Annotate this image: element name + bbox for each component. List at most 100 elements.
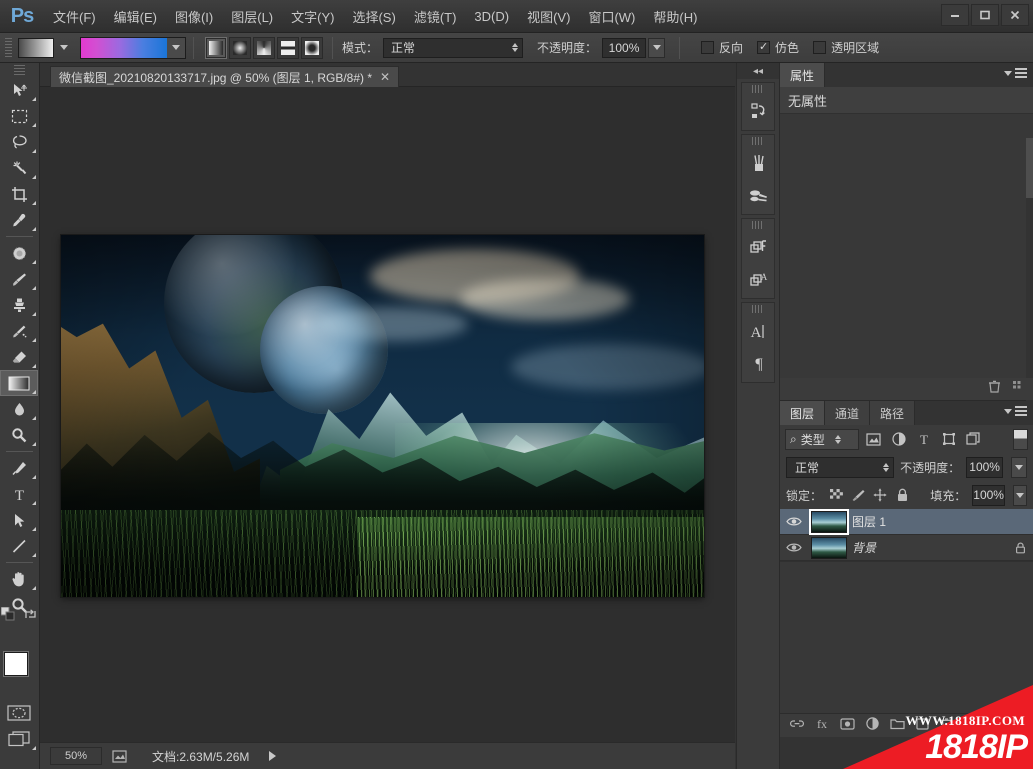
character-styles-panel-icon[interactable] bbox=[742, 231, 776, 263]
linear-gradient-icon[interactable] bbox=[205, 36, 227, 59]
lock-position-icon[interactable] bbox=[872, 485, 888, 505]
status-preview-icon[interactable] bbox=[108, 747, 130, 765]
menu-file[interactable]: 文件(F) bbox=[44, 3, 105, 30]
menu-image[interactable]: 图像(I) bbox=[166, 3, 222, 30]
transparency-checkbox-wrap[interactable]: 透明区域 bbox=[813, 39, 879, 56]
layer-opacity-input[interactable]: 100% bbox=[966, 456, 1004, 478]
rectangular-marquee-tool[interactable] bbox=[0, 103, 38, 129]
lock-transparent-pixels-icon[interactable] bbox=[828, 485, 844, 505]
move-tool[interactable] bbox=[0, 77, 38, 103]
layers-panel-menu-icon[interactable] bbox=[1004, 406, 1027, 416]
dock-group-grip[interactable] bbox=[752, 85, 764, 93]
gradient-picker-dropdown-icon[interactable] bbox=[167, 37, 185, 58]
menu-layer[interactable]: 图层(L) bbox=[222, 3, 282, 30]
menu-view[interactable]: 视图(V) bbox=[518, 3, 579, 30]
table-row[interactable]: 背景 bbox=[780, 535, 1033, 561]
default-colors-icon[interactable] bbox=[0, 606, 15, 626]
dock-group-grip[interactable] bbox=[752, 305, 764, 313]
brush-tool[interactable] bbox=[0, 266, 38, 292]
dodge-tool[interactable] bbox=[0, 422, 38, 448]
delete-properties-icon[interactable] bbox=[987, 379, 1002, 399]
path-selection-tool[interactable] bbox=[0, 507, 38, 533]
filter-enable-toggle[interactable] bbox=[1013, 428, 1028, 450]
filter-type-icon[interactable]: T bbox=[913, 429, 934, 450]
character-panel-icon[interactable]: A bbox=[742, 315, 776, 347]
brush-presets-panel-icon[interactable] bbox=[742, 147, 776, 179]
delete-layer-icon[interactable] bbox=[940, 717, 953, 735]
canvas-area[interactable] bbox=[40, 87, 735, 742]
tab-properties[interactable]: 属性 bbox=[780, 63, 826, 87]
reverse-checkbox[interactable] bbox=[701, 41, 715, 54]
eyedropper-tool[interactable] bbox=[0, 207, 38, 233]
hand-tool[interactable] bbox=[0, 566, 38, 592]
options-bar-grip[interactable] bbox=[5, 37, 12, 58]
dock-collapse-icon[interactable]: ◂◂ bbox=[737, 63, 779, 79]
blur-tool[interactable] bbox=[0, 396, 38, 422]
line-tool[interactable] bbox=[0, 533, 38, 559]
tools-panel-grip[interactable] bbox=[14, 65, 25, 75]
transparency-checkbox[interactable] bbox=[813, 41, 827, 54]
lasso-tool[interactable] bbox=[0, 129, 38, 155]
dock-group-grip[interactable] bbox=[752, 137, 764, 145]
eraser-tool[interactable] bbox=[0, 344, 38, 370]
menu-3d[interactable]: 3D(D) bbox=[465, 5, 518, 28]
status-menu-arrow-icon[interactable] bbox=[269, 751, 277, 761]
tab-paths[interactable]: 路径 bbox=[870, 401, 916, 425]
crop-tool[interactable] bbox=[0, 181, 38, 207]
tab-layers[interactable]: 图层 bbox=[780, 401, 826, 425]
zoom-level-input[interactable]: 50% bbox=[50, 747, 102, 765]
layer-style-icon[interactable]: fx bbox=[815, 717, 829, 735]
gradient-swatch[interactable] bbox=[81, 37, 167, 58]
document-tab-close-icon[interactable]: ✕ bbox=[380, 70, 390, 84]
layer-visibility-icon[interactable] bbox=[782, 542, 806, 553]
layer-blend-mode-select[interactable]: 正常 bbox=[786, 456, 895, 478]
layer-fill-dropdown-icon[interactable] bbox=[1012, 484, 1028, 506]
menu-type[interactable]: 文字(Y) bbox=[282, 3, 343, 30]
menu-help[interactable]: 帮助(H) bbox=[644, 3, 706, 30]
layer-blend-spinner-icon[interactable] bbox=[883, 462, 890, 472]
history-panel-icon[interactable] bbox=[742, 95, 776, 127]
artboard-image[interactable] bbox=[61, 235, 704, 597]
add-layer-mask-icon[interactable] bbox=[840, 717, 855, 735]
reverse-checkbox-wrap[interactable]: 反向 bbox=[701, 39, 743, 56]
blend-mode-spinner-icon[interactable] bbox=[512, 43, 519, 52]
layer-fill-input[interactable]: 100% bbox=[972, 484, 1005, 506]
magic-wand-tool[interactable] bbox=[0, 155, 38, 181]
new-adjustment-layer-icon[interactable] bbox=[866, 716, 879, 735]
layer-opacity-dropdown-icon[interactable] bbox=[1011, 456, 1027, 478]
gradient-tool[interactable] bbox=[0, 370, 38, 396]
tool-presets-panel-icon[interactable] bbox=[742, 179, 776, 211]
horizontal-type-tool[interactable]: T bbox=[0, 481, 38, 507]
screen-mode-toggle[interactable] bbox=[0, 726, 38, 752]
dither-checkbox[interactable]: ✓ bbox=[757, 41, 771, 54]
dither-checkbox-wrap[interactable]: ✓ 仿色 bbox=[757, 39, 799, 56]
spot-healing-brush-tool[interactable] bbox=[0, 240, 38, 266]
dock-group-grip[interactable] bbox=[752, 221, 764, 229]
filter-type-spinner-icon[interactable] bbox=[834, 434, 841, 444]
document-tab[interactable]: 微信截图_20210820133717.jpg @ 50% (图层 1, RGB… bbox=[50, 66, 400, 87]
layer-visibility-icon[interactable] bbox=[782, 516, 806, 527]
menu-select[interactable]: 选择(S) bbox=[343, 3, 404, 30]
close-button[interactable] bbox=[1001, 4, 1029, 26]
lock-image-pixels-icon[interactable] bbox=[850, 485, 866, 505]
paragraph-styles-panel-icon[interactable]: A bbox=[742, 263, 776, 295]
reflected-gradient-icon[interactable] bbox=[277, 36, 299, 59]
table-row[interactable]: 图层 1 bbox=[780, 509, 1033, 535]
minimize-button[interactable] bbox=[941, 4, 969, 26]
new-layer-icon[interactable] bbox=[916, 717, 929, 735]
gradient-preset-icon[interactable] bbox=[18, 37, 54, 58]
filter-smart-object-icon[interactable] bbox=[963, 429, 984, 450]
blend-mode-select[interactable]: 正常 bbox=[383, 37, 524, 58]
foreground-color-swatch[interactable] bbox=[4, 652, 28, 676]
properties-options-icon[interactable] bbox=[1012, 380, 1025, 398]
layer-name[interactable]: 图层 1 bbox=[852, 513, 1007, 530]
diamond-gradient-icon[interactable] bbox=[301, 36, 323, 59]
gradient-editor-button[interactable] bbox=[80, 36, 186, 59]
filter-shape-icon[interactable] bbox=[938, 429, 959, 450]
layer-name[interactable]: 背景 bbox=[852, 539, 1007, 556]
lock-all-icon[interactable] bbox=[894, 485, 910, 505]
pen-tool[interactable] bbox=[0, 455, 38, 481]
quick-mask-toggle[interactable] bbox=[0, 700, 38, 726]
paragraph-panel-icon[interactable]: ¶ bbox=[742, 347, 776, 379]
radial-gradient-icon[interactable] bbox=[229, 36, 251, 59]
